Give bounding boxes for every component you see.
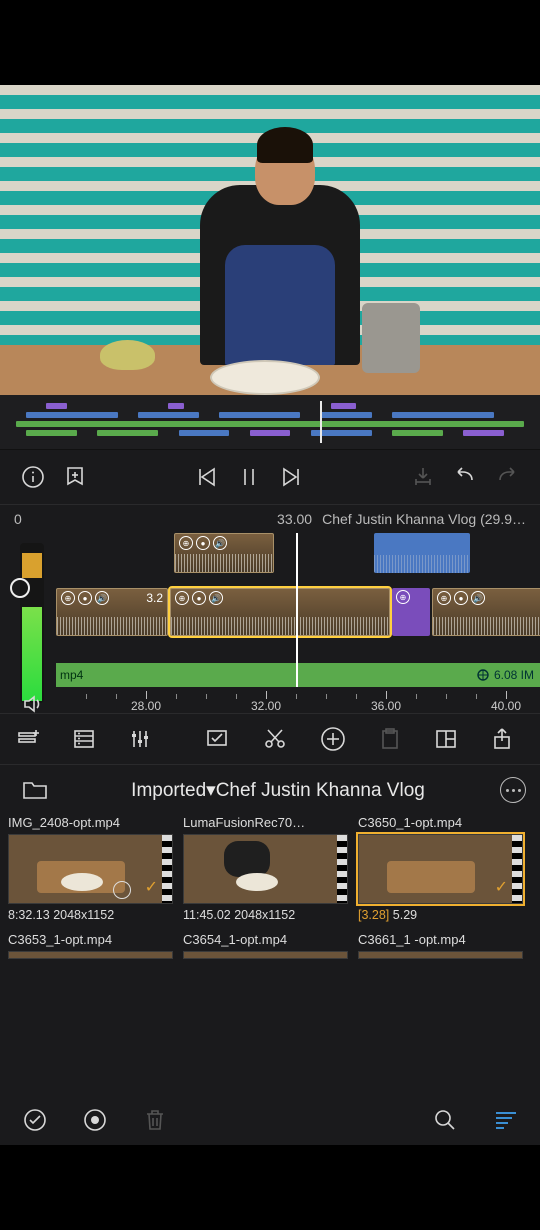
timeline-overview[interactable] (0, 395, 540, 450)
timeline-project-name: Chef Justin Khanna Vlog (29.9… (322, 511, 526, 527)
library-header: Imported▾Chef Justin Khanna Vlog (0, 765, 540, 815)
media-grid: IMG_2408-opt.mp4 ✓ 8:32.13 2048x1152 Lum… (0, 815, 540, 959)
media-duration: 11:45.02 (183, 908, 231, 922)
timeline-header: 0 33.00 Chef Justin Khanna Vlog (29.9… (0, 505, 540, 533)
pause-button[interactable] (234, 462, 264, 492)
edit-tools (0, 713, 540, 765)
media-item[interactable]: C3654_1-opt.mp4 (183, 932, 348, 959)
media-item[interactable]: IMG_2408-opt.mp4 ✓ 8:32.13 2048x1152 (8, 815, 173, 922)
share-button[interactable] (490, 724, 514, 754)
check-icon: ✓ (145, 877, 158, 897)
video-preview[interactable] (0, 85, 540, 395)
info-button[interactable] (18, 462, 48, 492)
level-knob[interactable] (10, 578, 30, 598)
clip-speed-label: 3.2 (146, 591, 163, 605)
trash-button[interactable] (140, 1105, 170, 1135)
layout-button[interactable] (434, 724, 458, 754)
more-button[interactable] (500, 777, 526, 803)
sort-button[interactable] (490, 1105, 520, 1135)
video-clip-3[interactable]: ⊕●🔊 (432, 588, 540, 636)
media-filename: C3661_1 -opt.mp4 (358, 932, 523, 947)
cut-button[interactable] (262, 724, 288, 754)
timeline-tracks[interactable]: ⊕●🔊 ⊕●🔊 3.2 ⊕●🔊 ⊕ ⊕●🔊 (0, 533, 540, 713)
mixer-button[interactable] (128, 724, 152, 754)
library-breadcrumb[interactable]: Imported▾Chef Justin Khanna Vlog (56, 779, 500, 802)
media-item[interactable]: C3661_1 -opt.mp4 (358, 932, 523, 959)
add-button[interactable] (320, 724, 346, 754)
folder-button[interactable] (20, 775, 50, 805)
marker-button[interactable] (60, 462, 90, 492)
timeline-current: 33.00 (277, 511, 312, 527)
time-ruler[interactable]: 28.00 32.00 36.00 40.00 (56, 687, 540, 713)
add-track-button[interactable] (16, 724, 40, 754)
bottom-bar (0, 1095, 540, 1145)
undo-button[interactable] (450, 462, 480, 492)
transport-bar (0, 450, 540, 505)
overlay-clip[interactable]: ⊕●🔊 (174, 533, 274, 573)
video-clip[interactable]: ⊕●🔊 3.2 (56, 588, 168, 636)
search-button[interactable] (430, 1105, 460, 1135)
audio-clip-size: 6.08 IM (494, 668, 534, 682)
used-icon (113, 881, 131, 899)
media-filename: C3654_1-opt.mp4 (183, 932, 348, 947)
clipboard-button[interactable] (378, 724, 402, 754)
media-filename: LumaFusionRec70… (183, 815, 348, 830)
audio-level-meter (20, 543, 44, 703)
ruler-tick: 28.00 (131, 699, 161, 713)
media-resolution: 2048x1152 (234, 908, 295, 922)
transition-clip[interactable]: ⊕ (392, 588, 430, 636)
record-button[interactable] (80, 1105, 110, 1135)
timeline-start: 0 (14, 511, 22, 527)
media-range: [3.28] (358, 908, 389, 922)
speaker-icon[interactable] (22, 693, 44, 715)
media-item[interactable]: C3650_1-opt.mp4 ✓ [3.28] 5.29 (358, 815, 523, 922)
ruler-tick: 36.00 (371, 699, 401, 713)
audio-clip-ext: mp4 (60, 668, 83, 682)
media-filename: IMG_2408-opt.mp4 (8, 815, 173, 830)
media-filename: C3653_1-opt.mp4 (8, 932, 173, 947)
prev-button[interactable] (192, 462, 222, 492)
ruler-tick: 32.00 (251, 699, 281, 713)
next-button[interactable] (276, 462, 306, 492)
media-filename: C3650_1-opt.mp4 (358, 815, 523, 830)
redo-button[interactable] (492, 462, 522, 492)
select-button[interactable] (204, 724, 230, 754)
media-duration: 5.29 (393, 908, 417, 922)
media-duration: 8:32.13 (8, 908, 50, 922)
media-item[interactable]: LumaFusionRec70… 11:45.02 2048x1152 (183, 815, 348, 922)
ruler-tick: 40.00 (491, 699, 521, 713)
playhead[interactable] (296, 533, 298, 687)
media-item[interactable]: C3653_1-opt.mp4 (8, 932, 173, 959)
track-list-button[interactable] (72, 724, 96, 754)
audio-track[interactable]: mp4 6.08 IM (56, 663, 540, 687)
media-resolution: 2048x1152 (53, 908, 114, 922)
check-icon: ✓ (495, 877, 508, 897)
select-all-button[interactable] (20, 1105, 50, 1135)
overlay-clip-2[interactable] (374, 533, 470, 573)
insert-button[interactable] (408, 462, 438, 492)
selected-clip[interactable]: ⊕●🔊 (170, 588, 390, 636)
